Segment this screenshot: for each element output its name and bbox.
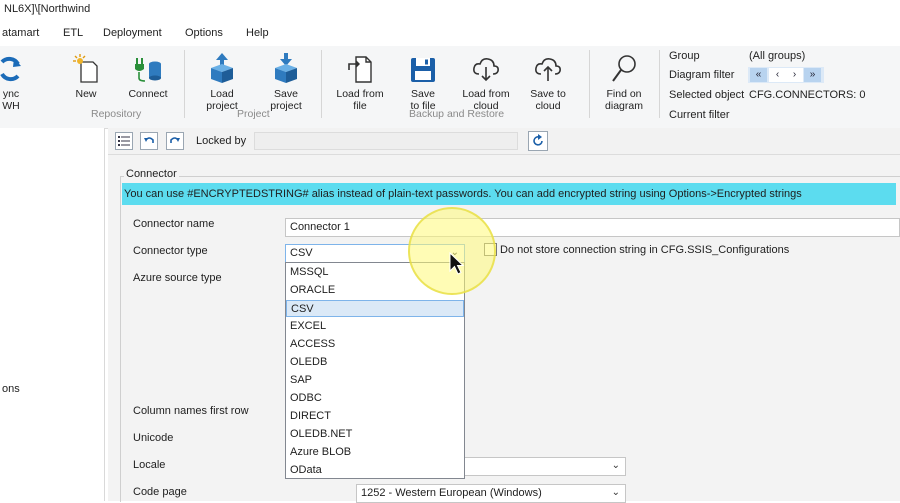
selected-object-label: Selected object <box>669 89 745 101</box>
file-load-icon <box>334 52 386 84</box>
azure-source-type-label: Azure source type <box>133 272 222 284</box>
save-to-cloud-button[interactable]: Save to cloud <box>524 52 572 112</box>
redo-icon <box>170 137 180 143</box>
menu-bar: atamart ETL Deployment Options Help <box>0 24 900 46</box>
undo-button[interactable] <box>140 132 158 150</box>
diagram-filter-label: Diagram filter <box>669 69 735 81</box>
find-on-diagram-label: Find on diagram <box>605 88 643 112</box>
sync-icon <box>0 52 22 84</box>
menu-etl[interactable]: ETL <box>63 27 83 39</box>
ribbon-separator <box>184 50 185 118</box>
cloud-download-icon <box>458 52 514 84</box>
cursor-highlight <box>408 207 496 295</box>
left-panel: ons <box>0 128 105 501</box>
chevron-down-icon: ⌄ <box>611 460 620 471</box>
connect-plug-icon <box>124 52 172 84</box>
next-filter-button[interactable]: › <box>786 68 803 82</box>
group-label-repository: Repository <box>91 108 142 120</box>
no-store-label: Do not store connection string in CFG.SS… <box>500 244 790 256</box>
mouse-pointer-icon <box>449 251 465 279</box>
dropdown-option-oledb[interactable]: OLEDB <box>286 354 464 371</box>
object-toolbar: Locked by <box>108 128 900 155</box>
ribbon: ync WH New Connect Load project Save pro… <box>0 46 900 129</box>
refresh-button[interactable] <box>528 131 548 151</box>
code-page-select[interactable]: 1252 - Western European (Windows) ⌄ <box>356 484 626 503</box>
code-page-label: Code page <box>133 486 187 498</box>
redo-button[interactable] <box>166 132 184 150</box>
cloud-upload-icon <box>524 52 572 84</box>
dropdown-option-azure-blob[interactable]: Azure BLOB <box>286 444 464 461</box>
prev-filter-button[interactable]: ‹ <box>769 68 786 82</box>
save-to-file-button[interactable]: Save to file <box>404 52 442 112</box>
dropdown-option-excel[interactable]: EXCEL <box>286 318 464 335</box>
group-filter-value[interactable]: (All groups) <box>749 50 805 62</box>
box-download-icon <box>264 52 308 84</box>
ribbon-separator <box>659 50 660 118</box>
group-label-backup: Backup and Restore <box>409 108 505 120</box>
ribbon-separator <box>321 50 322 118</box>
connector-name-label: Connector name <box>133 218 215 230</box>
locked-by-label: Locked by <box>196 135 247 147</box>
load-from-file-button[interactable]: Load from file <box>334 52 386 112</box>
connector-type-label: Connector type <box>133 245 208 257</box>
dropdown-option-access[interactable]: ACCESS <box>286 336 464 353</box>
locked-by-field <box>254 132 518 150</box>
group-label-project: Project <box>237 108 270 120</box>
ribbon-separator <box>589 50 590 118</box>
dropdown-option-csv[interactable]: CSV <box>286 300 464 317</box>
sync-dwh-button[interactable]: ync WH <box>0 52 22 112</box>
locale-label: Locale <box>133 459 166 471</box>
dropdown-option-oledb-net[interactable]: OLEDB.NET <box>286 426 464 443</box>
diagram-filter-nav: « ‹ › » <box>748 67 824 83</box>
load-from-file-label: Load from file <box>336 88 384 112</box>
left-panel-item[interactable]: ons <box>2 383 20 395</box>
dropdown-option-sap[interactable]: SAP <box>286 372 464 389</box>
dropdown-option-odata[interactable]: OData <box>286 462 464 479</box>
connector-type-value: CSV <box>290 247 313 259</box>
last-filter-button[interactable]: » <box>804 68 821 82</box>
floppy-disk-icon <box>404 52 442 84</box>
save-project-button[interactable]: Save project <box>264 52 308 112</box>
menu-options[interactable]: Options <box>185 27 223 39</box>
list-icon <box>118 136 130 146</box>
save-project-label: Save project <box>270 88 302 112</box>
new-label: New <box>75 88 97 100</box>
new-document-icon <box>66 52 106 84</box>
code-page-value: 1252 - Western European (Windows) <box>361 487 542 499</box>
encrypted-string-banner: You can use #ENCRYPTEDSTRING# alias inst… <box>122 183 896 205</box>
column-names-label: Column names first row <box>133 405 249 417</box>
new-button[interactable]: New <box>66 52 106 100</box>
first-filter-button[interactable]: « <box>750 68 767 82</box>
unicode-label: Unicode <box>133 432 174 444</box>
connector-section-title: Connector <box>124 168 179 180</box>
menu-help[interactable]: Help <box>246 27 269 39</box>
undo-icon <box>144 137 154 143</box>
title-bar: NL6X]\[Northwind <box>0 0 900 22</box>
refresh-icon <box>533 134 543 146</box>
load-project-button[interactable]: Load project <box>200 52 244 112</box>
dropdown-option-direct[interactable]: DIRECT <box>286 408 464 425</box>
load-from-cloud-button[interactable]: Load from cloud <box>458 52 514 112</box>
dropdown-option-odbc[interactable]: ODBC <box>286 390 464 407</box>
window-title: NL6X]\[Northwind <box>4 3 91 15</box>
menu-datamart[interactable]: atamart <box>2 27 39 39</box>
box-upload-icon <box>200 52 244 84</box>
selected-object-value: CFG.CONNECTORS: 0 <box>749 89 866 101</box>
connector-type-dropdown: MSSQL ORACLE CSV EXCEL ACCESS OLEDB SAP … <box>285 262 465 479</box>
magnifier-icon <box>600 52 648 84</box>
group-filter-label: Group <box>669 50 700 62</box>
connect-button[interactable]: Connect <box>124 52 172 100</box>
properties-list-button[interactable] <box>115 132 133 150</box>
current-filter-label: Current filter <box>669 109 730 121</box>
menu-deployment[interactable]: Deployment <box>103 27 162 39</box>
connect-label: Connect <box>128 88 168 100</box>
save-to-cloud-label: Save to cloud <box>530 88 566 112</box>
connector-name-input[interactable]: Connector 1 <box>285 218 900 237</box>
sync-dwh-label: ync WH <box>2 88 20 112</box>
chevron-down-icon: ⌄ <box>611 487 620 498</box>
find-on-diagram-button[interactable]: Find on diagram <box>600 52 648 112</box>
